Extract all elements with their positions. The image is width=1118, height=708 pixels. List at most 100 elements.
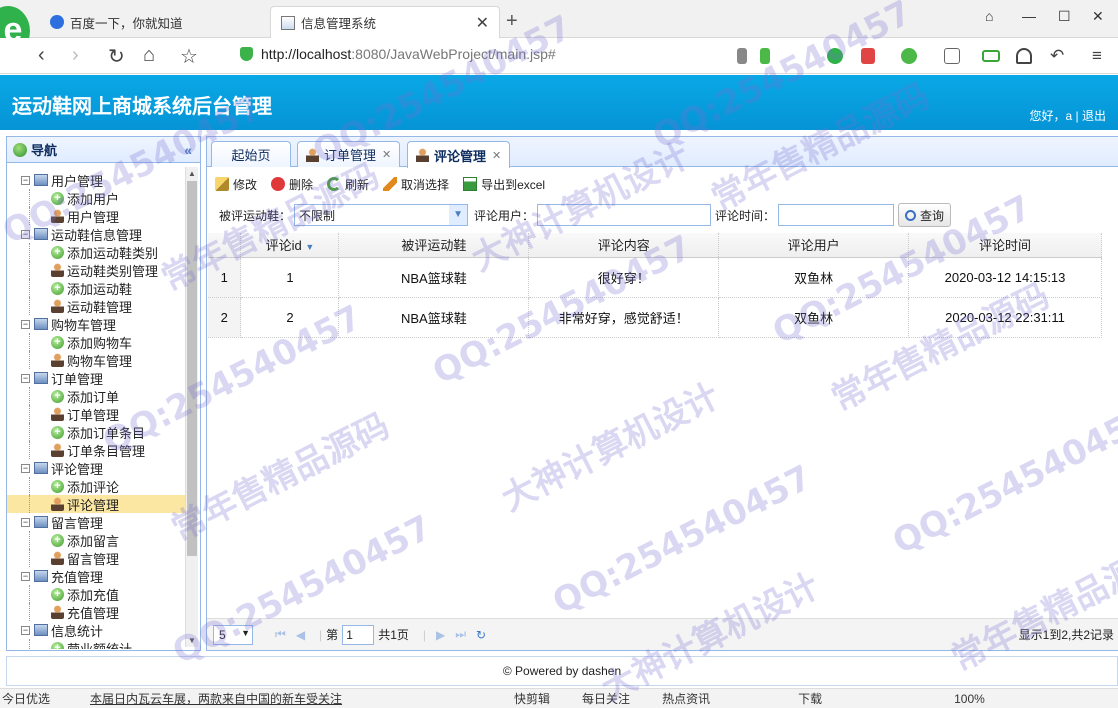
status-today-picks[interactable]: 今日优选	[2, 690, 50, 707]
nav-item[interactable]: 运动鞋管理	[7, 297, 185, 315]
query-button[interactable]: 查询	[898, 203, 952, 227]
scroll-thumb[interactable]	[187, 181, 197, 556]
home-icon[interactable]: ⌂	[143, 44, 155, 67]
favorite-star-icon[interactable]: ☆	[180, 44, 198, 69]
scroll-up-icon[interactable]: ▲	[188, 169, 196, 178]
last-page-icon[interactable]: ⏭	[455, 627, 466, 642]
collapse-toggle-icon[interactable]: −	[21, 463, 30, 473]
nav-item[interactable]: + 添加购物车	[7, 333, 185, 351]
nav-group[interactable]: − 信息统计	[7, 621, 185, 639]
nav-item[interactable]: 留言管理	[7, 549, 185, 567]
apps-grid-icon[interactable]	[944, 48, 960, 64]
tab-home[interactable]: 起始页	[211, 141, 291, 167]
shirt-skin-icon[interactable]: ⌂	[985, 8, 993, 24]
tab-comments[interactable]: 评论管理 ✕	[407, 141, 511, 168]
status-item[interactable]: 每日关注	[582, 690, 630, 707]
nav-item[interactable]: 订单条目管理	[7, 441, 185, 459]
close-tab-icon[interactable]: ✕	[382, 148, 391, 161]
nav-group[interactable]: − 用户管理	[7, 171, 185, 189]
nav-group[interactable]: − 评论管理	[7, 459, 185, 477]
first-page-icon[interactable]: ⏮	[275, 627, 286, 642]
reload-page-icon[interactable]: ↻	[476, 628, 486, 642]
minimize-icon[interactable]: —	[1022, 8, 1036, 24]
back-icon[interactable]: ‹	[38, 44, 45, 67]
zoom-level[interactable]: 100%	[954, 692, 985, 706]
nav-group[interactable]: − 充值管理	[7, 567, 185, 585]
nav-item[interactable]: 运动鞋类别管理	[7, 261, 185, 279]
nav-item[interactable]: + 添加订单条目	[7, 423, 185, 441]
headphones-icon[interactable]	[1016, 48, 1032, 64]
logout-link[interactable]: 退出	[1082, 109, 1106, 123]
chevron-down-icon[interactable]: ▼	[241, 628, 250, 638]
collapse-toggle-icon[interactable]: −	[21, 517, 30, 527]
browser-tab-active[interactable]: 信息管理系统 ✕	[270, 6, 500, 38]
status-item[interactable]: 热点资讯	[662, 690, 710, 707]
close-tab-icon[interactable]: ✕	[476, 13, 489, 33]
refresh-button[interactable]: 刷新	[327, 176, 369, 193]
nav-group[interactable]: − 订单管理	[7, 369, 185, 387]
chevron-down-icon[interactable]: ▼	[449, 205, 468, 225]
yuan-icon[interactable]	[901, 48, 917, 64]
new-tab-icon[interactable]: +	[506, 10, 518, 33]
nav-group[interactable]: − 购物车管理	[7, 315, 185, 333]
nav-item[interactable]: + 添加用户	[7, 189, 185, 207]
next-page-icon[interactable]: ▶	[436, 628, 445, 642]
nav-scrollbar[interactable]: ▲ ▼	[185, 167, 198, 647]
collapse-icon[interactable]: «	[184, 142, 192, 158]
reload-icon[interactable]: ↻	[108, 44, 125, 69]
shoe-select[interactable]: 不限制 ▼	[294, 204, 469, 226]
page-size-select[interactable]: 5 ▼	[213, 624, 253, 645]
battery-icon[interactable]	[982, 50, 1000, 62]
column-header[interactable]: 评论时间	[908, 233, 1102, 258]
collapse-toggle-icon[interactable]: −	[21, 229, 30, 239]
nav-item[interactable]: + 添加订单	[7, 387, 185, 405]
tab-orders[interactable]: 订单管理 ✕	[297, 141, 401, 167]
edit-button[interactable]: 修改	[215, 176, 257, 193]
column-header[interactable]: 被评运动鞋	[338, 233, 530, 258]
user-filter-input[interactable]	[537, 204, 712, 226]
nav-item[interactable]: 用户管理	[7, 207, 185, 225]
nav-item[interactable]: 充值管理	[7, 603, 185, 621]
menu-icon[interactable]: ≡	[1092, 46, 1102, 66]
nav-item[interactable]: 购物车管理	[7, 351, 185, 369]
table-row[interactable]: 2 2 NBA篮球鞋 非常好穿，感觉舒适！ 双鱼林 2020-03-12 22:…	[208, 297, 1102, 338]
forward-icon[interactable]: ›	[72, 44, 79, 67]
prev-page-icon[interactable]: ◀	[296, 628, 305, 642]
collapse-toggle-icon[interactable]: −	[21, 625, 30, 635]
status-item[interactable]: 快剪辑	[514, 690, 550, 707]
nav-item[interactable]: 订单管理	[7, 405, 185, 423]
collapse-toggle-icon[interactable]: −	[21, 319, 30, 329]
cancel-selection-button[interactable]: 取消选择	[383, 176, 449, 193]
scroll-down-icon[interactable]: ▼	[188, 636, 196, 645]
nav-item[interactable]: + 添加留言	[7, 531, 185, 549]
window-close-icon[interactable]: ✕	[1092, 8, 1104, 25]
close-tab-icon[interactable]: ✕	[492, 149, 501, 162]
share-icon[interactable]	[737, 48, 747, 64]
delete-button[interactable]: 删除	[271, 176, 313, 193]
scissors-icon[interactable]	[861, 48, 875, 64]
collapse-toggle-icon[interactable]: −	[21, 571, 30, 581]
status-item[interactable]: 下载	[798, 690, 822, 707]
column-header[interactable]: 评论id ▼	[240, 233, 340, 258]
maximize-icon[interactable]: ☐	[1058, 8, 1071, 25]
status-news-link[interactable]: 本届日内瓦云车展，两款来自中国的新车受关注	[90, 690, 342, 707]
export-excel-button[interactable]: 导出到excel	[463, 176, 545, 193]
browser-tab-baidu[interactable]: 百度一下，你就知道	[40, 6, 270, 38]
column-header[interactable]: 评论内容	[528, 233, 720, 258]
url-field[interactable]: http://localhost:8080/JavaWebProject/mai…	[240, 46, 556, 62]
nav-group[interactable]: − 留言管理	[7, 513, 185, 531]
nav-item[interactable]: 评论管理	[7, 495, 185, 513]
table-row[interactable]: 1 1 NBA篮球鞋 很好穿！ 双鱼林 2020-03-12 14:15:13	[208, 257, 1102, 298]
lightning-icon[interactable]	[760, 48, 770, 64]
green-app-icon[interactable]	[827, 48, 843, 64]
page-number-input[interactable]: 1	[342, 624, 375, 645]
nav-group[interactable]: − 运动鞋信息管理	[7, 225, 185, 243]
nav-item[interactable]: + 营业额统计	[7, 639, 185, 649]
collapse-toggle-icon[interactable]: −	[21, 175, 30, 185]
nav-item[interactable]: + 添加充值	[7, 585, 185, 603]
column-header[interactable]: 评论用户	[718, 233, 910, 258]
time-filter-input[interactable]	[778, 204, 895, 226]
nav-item[interactable]: + 添加运动鞋	[7, 279, 185, 297]
collapse-toggle-icon[interactable]: −	[21, 373, 30, 383]
undo-icon[interactable]: ↶	[1050, 46, 1064, 66]
